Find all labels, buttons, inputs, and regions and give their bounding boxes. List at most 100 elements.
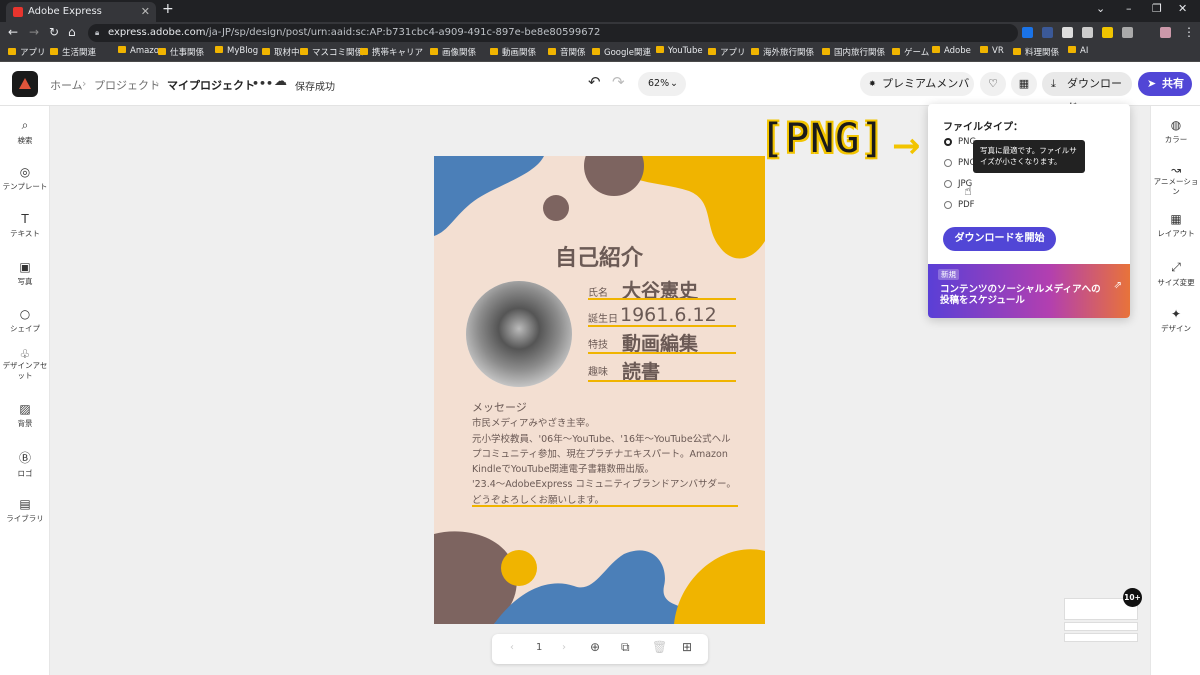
bookmark-item[interactable]: 料理関係	[1013, 46, 1059, 58]
extension-icon[interactable]	[1082, 27, 1093, 38]
adobe-express-logo[interactable]	[12, 71, 38, 97]
design-card[interactable]	[434, 156, 765, 624]
delete-page-icon[interactable]: 🗑︎	[652, 640, 667, 654]
new-tab-icon[interactable]: +	[162, 1, 174, 17]
breadcrumb-projects[interactable]: プロジェクト	[94, 77, 160, 93]
thumbnail[interactable]	[1064, 622, 1138, 631]
premium-member-button[interactable]: ✸プレミアムメンバー	[860, 72, 974, 114]
sidebar-item-text[interactable]: T テキスト	[0, 212, 50, 239]
bookmark-item[interactable]: 携帯キャリア	[360, 46, 423, 58]
browser-tab[interactable]: Adobe Express ✕	[6, 2, 156, 22]
bookmark-item[interactable]: Adobe	[932, 46, 971, 56]
sidebar-item-color[interactable]: ◍ カラー	[1151, 118, 1200, 145]
bookmark-item[interactable]: マスコミ関係	[300, 46, 363, 58]
search-icon: ⌕	[21, 118, 29, 132]
field-value-birthday[interactable]: 1961.6.12	[620, 304, 717, 326]
blob-small-brown-circle	[543, 195, 569, 221]
add-page-icon[interactable]: ⊕	[590, 640, 600, 654]
share-button[interactable]: ➤ 共有	[1138, 72, 1192, 96]
download-icon: ⤓	[1051, 77, 1056, 90]
card-title[interactable]: 自己紹介	[555, 240, 643, 272]
sidebar-item-resize[interactable]: ⤢ サイズ変更	[1151, 260, 1200, 288]
radio-jpg[interactable]	[944, 180, 952, 188]
extensions-puzzle-icon[interactable]	[1122, 27, 1133, 38]
sidebar-item-animation[interactable]: ↝ アニメーション	[1151, 164, 1200, 197]
maximize-icon[interactable]: ❐	[1152, 2, 1162, 15]
bookmark-item[interactable]: 動画関係	[490, 46, 536, 58]
message-block[interactable]: メッセージ 市民メディアみやざき主宰。 元小学校教員、'06年〜YouTube、…	[472, 400, 744, 508]
bookmark-item[interactable]: 海外旅行関係	[751, 46, 814, 58]
close-window-icon[interactable]: ✕	[1178, 2, 1187, 15]
extension-icon[interactable]	[1102, 27, 1113, 38]
sidebar-item-design-assets[interactable]: ♧ デザインアセット	[0, 348, 50, 381]
back-icon[interactable]: ←	[8, 25, 18, 39]
bookmark-item[interactable]: MyBlog	[215, 46, 258, 56]
library-icon: ▤	[19, 497, 31, 511]
bookmark-item[interactable]: Google関連	[592, 46, 651, 58]
menu-icon[interactable]: ⋮	[1183, 25, 1195, 39]
schedule-promo-banner[interactable]: 新規 コンテンツのソーシャルメディアへの投稿をスケジュール ⇗	[928, 264, 1130, 318]
crown-icon: ✸	[869, 79, 876, 88]
extension-icon[interactable]	[1022, 27, 1033, 38]
bookmark-item[interactable]: ゲーム	[892, 46, 929, 58]
home-icon[interactable]: ⌂	[68, 25, 76, 39]
sidebar-item-library[interactable]: ▤ ライブラリ	[0, 497, 50, 524]
breadcrumb-my-project[interactable]: マイプロジェクト	[167, 77, 255, 93]
lightbulb-button[interactable]: ♡	[980, 72, 1006, 96]
bookmark-item[interactable]: 国内旅行関係	[822, 46, 885, 58]
radio-pdf[interactable]	[944, 201, 952, 209]
download-button[interactable]: ⤓ダウンロード	[1042, 72, 1132, 114]
bookmark-item[interactable]: 生活関連	[50, 46, 96, 58]
bookmark-item[interactable]: アプリ	[708, 46, 746, 58]
bookmark-item[interactable]: AI	[1068, 46, 1088, 56]
redo-icon[interactable]: ↷	[612, 73, 625, 91]
more-options-button[interactable]: •••	[252, 77, 273, 90]
extension-icon[interactable]	[1062, 27, 1073, 38]
tab-search-icon[interactable]: ⌄	[1096, 2, 1105, 15]
bookmark-item[interactable]: 取材中	[262, 46, 300, 58]
sidebar-item-search[interactable]: ⌕ 検索	[0, 118, 50, 146]
option-label-pdf[interactable]: PDF	[958, 200, 975, 210]
chevron-right-icon: ›	[82, 77, 87, 90]
sidebar-item-photos[interactable]: ▣ 写真	[0, 260, 50, 287]
sidebar-item-templates[interactable]: ◎ テンプレート	[0, 165, 50, 192]
bookmark-item[interactable]: アプリ	[8, 46, 46, 58]
next-page-button[interactable]: ›	[562, 642, 566, 653]
folder-icon	[751, 48, 759, 55]
calendar-button[interactable]: ▦	[1011, 72, 1037, 96]
reload-icon[interactable]: ↻	[49, 25, 59, 39]
radio-png-transparent[interactable]	[944, 159, 952, 167]
sidebar-item-logo[interactable]: Ⓑ ロゴ	[0, 449, 50, 479]
breadcrumb-home[interactable]: ホーム	[50, 77, 83, 93]
folder-icon	[708, 48, 716, 55]
bookmark-label: VR	[992, 46, 1004, 56]
undo-icon[interactable]: ↶	[588, 73, 601, 91]
bookmark-item[interactable]: VR	[980, 46, 1004, 56]
start-download-button[interactable]: ダウンロードを開始	[943, 227, 1056, 251]
zoom-select[interactable]: 62% ⌄	[638, 72, 686, 96]
grid-view-icon[interactable]: ⊞	[682, 640, 692, 654]
sidebar-item-shapes[interactable]: ○ シェイプ	[0, 307, 50, 334]
prev-page-button[interactable]: ‹	[510, 642, 514, 653]
bookmark-item[interactable]: 画像関係	[430, 46, 476, 58]
bookmark-label: 音関係	[560, 48, 586, 58]
message-heading: メッセージ	[472, 401, 527, 414]
profile-avatar[interactable]	[1160, 27, 1171, 38]
bookmark-item[interactable]: 仕事関係	[158, 46, 204, 58]
thumbnail[interactable]	[1064, 633, 1138, 642]
sidebar-item-design[interactable]: ✦ デザイン	[1151, 307, 1200, 334]
duplicate-page-icon[interactable]: ⧉	[621, 640, 630, 655]
close-tab-icon[interactable]: ✕	[141, 2, 150, 22]
sidebar-item-layout[interactable]: ▦ レイアウト	[1151, 212, 1200, 239]
sidebar-item-background[interactable]: ▨ 背景	[0, 402, 50, 429]
message-line: '23.4〜AdobeExpress コミュニティブランドアンバサダー。	[472, 479, 736, 491]
bookmark-item[interactable]: YouTube	[656, 46, 703, 56]
folder-icon	[262, 48, 270, 55]
forward-icon[interactable]: →	[29, 25, 39, 39]
minimize-icon[interactable]: –	[1126, 2, 1132, 15]
url-input[interactable]: 🔒︎ express.adobe.com/ja-JP/sp/design/post…	[88, 24, 1018, 42]
extension-icon[interactable]	[1042, 27, 1053, 38]
radio-png[interactable]	[944, 138, 952, 146]
calendar-icon: ▦	[1018, 77, 1030, 90]
bookmark-item[interactable]: 音関係	[548, 46, 586, 58]
